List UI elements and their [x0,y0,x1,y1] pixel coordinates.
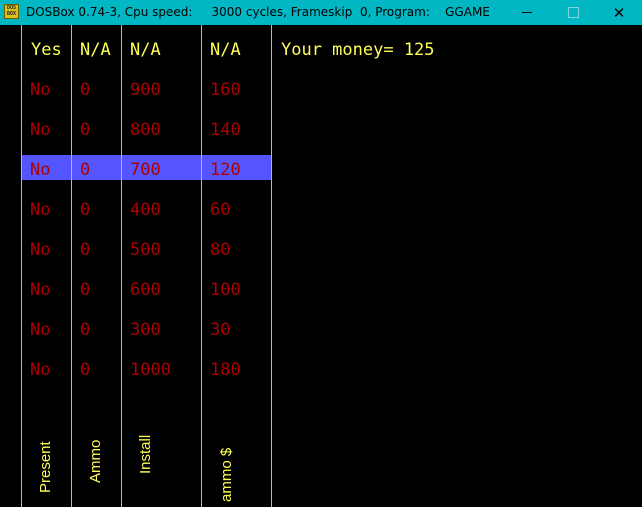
cell-install[interactable]: 700 [130,160,161,180]
cell-ammo-price[interactable]: 100 [210,280,241,300]
cell-present[interactable]: No [30,360,50,380]
minimize-icon [522,12,532,13]
cell-install[interactable]: 600 [130,280,161,300]
cell-ammo-price[interactable]: 120 [210,160,241,180]
cell-ammo-price[interactable]: 80 [210,240,230,260]
cell-ammo[interactable]: 0 [80,280,90,300]
cell-ammo-price[interactable]: 30 [210,320,230,340]
cell-present[interactable]: No [30,160,50,180]
cell-ammo[interactable]: 0 [80,120,90,140]
grid-line [71,25,72,507]
grid-line [121,25,122,507]
cell-present[interactable]: No [30,120,50,140]
grid-line [271,25,272,507]
cell-install[interactable]: 500 [130,240,161,260]
cell-install[interactable]: 800 [130,120,161,140]
minimize-button[interactable] [504,0,550,25]
cell-present[interactable]: No [30,240,50,260]
dosbox-icon[interactable]: DOS BOX [4,4,19,19]
grid-line [21,25,22,507]
cell-present[interactable]: No [30,320,50,340]
money-display: Your money= 125 [281,40,435,60]
cell-ammo[interactable]: 0 [80,200,90,220]
header-ammo-price: N/A [210,40,241,60]
close-icon: ✕ [612,3,626,22]
cell-install[interactable]: 400 [130,200,161,220]
cell-ammo[interactable]: 0 [80,80,90,100]
cell-ammo-price[interactable]: 140 [210,120,241,140]
cell-install[interactable]: 900 [130,80,161,100]
cell-ammo[interactable]: 0 [80,240,90,260]
close-button[interactable]: ✕ [596,0,642,25]
cell-ammo-price[interactable]: 180 [210,360,241,380]
cell-present[interactable]: No [30,80,50,100]
cell-ammo[interactable]: 0 [80,160,90,180]
cell-ammo[interactable]: 0 [80,360,90,380]
cell-present[interactable]: No [30,280,50,300]
cell-ammo-price[interactable]: 160 [210,80,241,100]
header-ammo: N/A [80,40,111,60]
cell-ammo[interactable]: 0 [80,320,90,340]
cell-present[interactable]: No [30,200,50,220]
column-label-ammo-price: ammo $ [218,447,235,502]
window-title: DOSBox 0.74-3, Cpu speed: 3000 cycles, F… [26,5,490,19]
dos-screen[interactable]: Yes N/A N/A N/A No 0 900 160 No 0 800 14… [0,25,642,507]
maximize-icon [567,7,579,18]
header-present: Yes [31,40,62,60]
cell-install[interactable]: 1000 [130,360,171,380]
title-bar: DOS BOX DOSBox 0.74-3, Cpu speed: 3000 c… [0,0,642,25]
cell-ammo-price[interactable]: 60 [210,200,230,220]
maximize-button[interactable] [550,0,596,25]
grid-line [201,25,202,507]
column-label-present: Present [37,441,54,493]
cell-install[interactable]: 300 [130,320,161,340]
column-label-install: Install [137,434,154,474]
column-label-ammo: Ammo [87,439,104,483]
header-install: N/A [130,40,161,60]
